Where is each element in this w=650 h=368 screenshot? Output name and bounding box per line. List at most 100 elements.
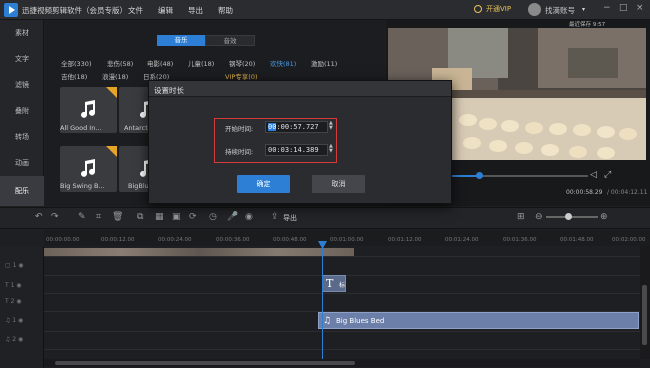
redo-icon[interactable]: ↷ <box>51 212 59 222</box>
text-clip[interactable]: T 标 <box>322 275 346 292</box>
sidebar-item-animation[interactable]: 动画 <box>0 150 44 176</box>
ruler-tick: 00:00:00.00 <box>46 237 80 243</box>
category-all[interactable]: 全部(330) <box>61 58 91 68</box>
app-title: 迅捷视频剪辑软件（会员专版） <box>22 6 127 15</box>
avatar[interactable] <box>528 3 541 16</box>
zoom-slider-handle[interactable] <box>565 213 572 220</box>
text-track-2-icon[interactable]: T 2 ◉ <box>5 298 22 305</box>
menu-help[interactable]: 帮助 <box>218 5 233 16</box>
export-icon[interactable]: ⇪ <box>271 212 279 222</box>
video-clip[interactable] <box>44 248 354 256</box>
sidebar-item-material[interactable]: 素材 <box>0 20 44 46</box>
maximize-icon[interactable]: □ <box>619 3 628 13</box>
volume-icon[interactable]: ◁ <box>590 170 597 180</box>
delete-icon[interactable]: 🗑 <box>112 212 123 222</box>
app-logo-icon <box>4 3 18 17</box>
menu-edit[interactable]: 编辑 <box>158 5 173 16</box>
freeze-icon[interactable]: ▣ <box>172 212 181 222</box>
open-vip-button[interactable]: 开通VIP <box>486 4 511 14</box>
duration-spinner-icon[interactable]: ▲ ▼ <box>329 144 333 154</box>
ruler-tick: 00:01:00.00 <box>330 237 364 243</box>
sidebar-item-music[interactable]: 配乐 <box>0 176 44 206</box>
track-divider <box>44 349 640 350</box>
track-divider <box>44 293 640 294</box>
ruler-tick: 00:01:24.00 <box>445 237 479 243</box>
text-clip-label: 标 <box>339 282 346 289</box>
video-track-icon[interactable]: ▢ 1 ◉ <box>5 262 24 269</box>
zoom-in-icon[interactable]: ⊕ <box>600 212 608 222</box>
ruler-tick: 00:00:12.00 <box>101 237 135 243</box>
dialog-title: 设置时长 <box>154 86 184 95</box>
audio-detach-icon[interactable]: ◉ <box>245 212 253 222</box>
duration-label: 持续时间: <box>225 148 254 156</box>
music-track-2-icon[interactable]: ♫ 2 ◉ <box>5 336 23 343</box>
music-clip-icon: ♫ <box>323 316 332 326</box>
playhead[interactable] <box>322 241 323 359</box>
zoom-slider[interactable] <box>546 216 598 218</box>
audio-clip-label: Big Blues Bed <box>336 317 385 325</box>
category-movie[interactable]: 电影(48) <box>147 58 173 68</box>
horizontal-scroll-thumb[interactable] <box>55 361 355 365</box>
rotate-icon[interactable]: ⟳ <box>189 212 197 222</box>
vertical-scroll-thumb[interactable] <box>642 285 647 345</box>
audio-clip[interactable]: ♫ Big Blues Bed <box>318 312 639 329</box>
username[interactable]: 找滴账号 <box>545 5 575 16</box>
category-piano[interactable]: 钢琴(20) <box>229 58 255 68</box>
cancel-button[interactable]: 取消 <box>312 175 365 193</box>
start-time-label: 开始时间: <box>225 125 254 133</box>
tab-music[interactable]: 音乐 <box>157 35 205 46</box>
confirm-button[interactable]: 确定 <box>237 175 290 193</box>
sidebar-item-overlay[interactable]: 叠附 <box>0 98 44 124</box>
category-guitar[interactable]: 吉他(18) <box>61 71 87 81</box>
text-track-1-icon[interactable]: T 1 ◉ <box>5 282 22 289</box>
start-time-input[interactable]: 00:00:57.727 <box>265 121 328 133</box>
sidebar-item-filter[interactable]: 滤镜 <box>0 72 44 98</box>
vip-diamond-icon <box>474 5 482 13</box>
category-romantic[interactable]: 浪漫(18) <box>102 71 128 81</box>
edit-icon[interactable]: ✎ <box>78 212 86 222</box>
music-note-icon <box>81 100 95 118</box>
music-track-1-icon[interactable]: ♫ 1 ◉ <box>5 317 23 324</box>
scrubber-handle[interactable] <box>476 172 483 179</box>
sidebar-item-text[interactable]: 文字 <box>0 46 44 72</box>
vip-badge-icon <box>106 146 117 157</box>
export-button[interactable]: 导出 <box>283 213 297 223</box>
category-inspire[interactable]: 激励(11) <box>311 58 337 68</box>
zoom-out-icon[interactable]: ⊖ <box>535 212 543 222</box>
duration-input[interactable]: 00:03:14.389 <box>265 144 328 156</box>
track-divider <box>44 256 640 257</box>
last-saved-time: 最近保存 9:57 <box>569 22 606 28</box>
vip-badge-icon <box>106 87 117 98</box>
split-icon[interactable]: ⧉ <box>137 212 143 222</box>
music-tile-name: All Good In... <box>60 124 102 132</box>
sidebar: 素材 文字 滤镜 叠附 转场 动画 配乐 <box>0 20 44 206</box>
start-time-spinner-icon[interactable]: ▲ ▼ <box>329 121 333 131</box>
account-dropdown-icon[interactable]: ▾ <box>582 6 585 13</box>
category-kids[interactable]: 儿童(18) <box>188 58 214 68</box>
microphone-icon[interactable]: 🎤 <box>227 212 238 222</box>
track-headers: ▢ 1 ◉ T 1 ◉ T 2 ◉ ♫ 1 ◉ ♫ 2 ◉ <box>0 246 44 368</box>
undo-icon[interactable]: ↶ <box>35 212 43 222</box>
start-time-rest: :00:57.727 <box>276 123 319 131</box>
menu-file[interactable]: 文件 <box>128 5 143 16</box>
ruler-tick: 00:01:36.00 <box>503 237 537 243</box>
ruler-tick: 00:00:48.00 <box>273 237 307 243</box>
fullscreen-icon[interactable]: ⤢ <box>604 170 611 180</box>
sidebar-item-transition[interactable]: 转场 <box>0 124 44 150</box>
mosaic-icon[interactable]: ▦ <box>155 212 164 222</box>
minimize-icon[interactable]: − <box>603 3 611 13</box>
ruler-tick: 00:00:36.00 <box>216 237 250 243</box>
ruler-tick: 00:01:48.00 <box>560 237 594 243</box>
category-sad[interactable]: 悲伤(58) <box>107 58 133 68</box>
ruler-tick: 00:00:24.00 <box>158 237 192 243</box>
music-tile-name: Big Swing B... <box>60 182 105 190</box>
fit-timeline-icon[interactable]: ⊞ <box>517 212 525 222</box>
tab-sound-effects[interactable]: 音效 <box>205 35 255 46</box>
duration-clock-icon[interactable]: ◷ <box>209 212 217 222</box>
category-happy[interactable]: 欢快(81) <box>270 58 296 68</box>
menu-export[interactable]: 导出 <box>188 5 203 16</box>
crop-icon[interactable]: ⌗ <box>96 212 101 222</box>
dialog-title-bar[interactable] <box>149 81 451 97</box>
close-icon[interactable]: × <box>636 3 644 13</box>
track-divider <box>44 331 640 332</box>
